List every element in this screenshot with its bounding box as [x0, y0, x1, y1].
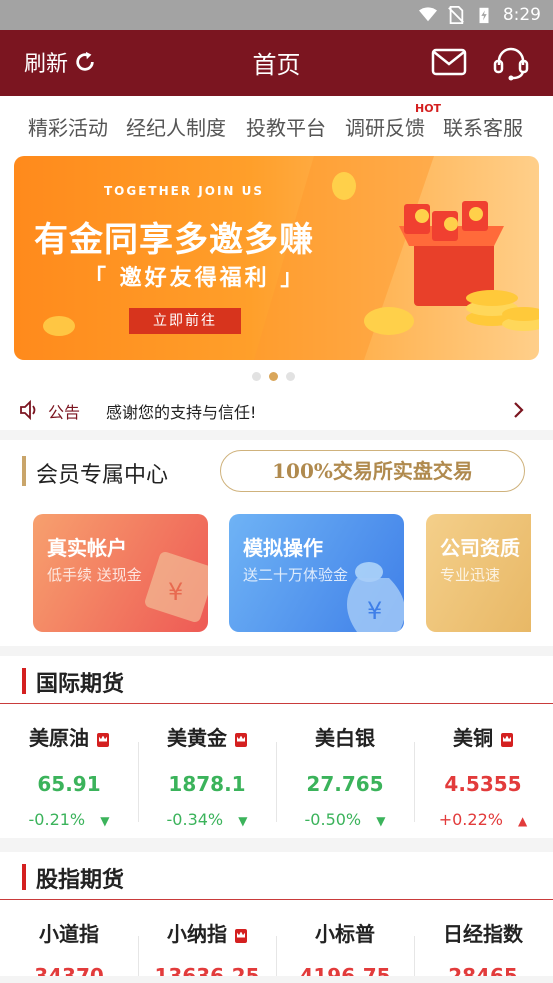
- quote-item[interactable]: 小纳指 13636.25: [138, 900, 276, 983]
- quote-item[interactable]: 小标普 4196.75: [276, 900, 414, 983]
- card-real-account[interactable]: ¥ 真实帐户 低手续 送现金: [33, 514, 208, 632]
- member-center: 会员专属中心 100%交易所实盘交易 ¥ 真实帐户 低手续 送现金 ¥ 模拟操作…: [0, 440, 553, 646]
- page-title: 首页: [252, 51, 301, 79]
- card-company-credentials[interactable]: 公司资质 专业迅速: [426, 514, 531, 632]
- hot-crown-icon: [235, 928, 247, 943]
- quote-price: 1878.1: [168, 772, 246, 796]
- quote-price: 27.765: [306, 772, 384, 796]
- exchange-promo-pill[interactable]: 100%交易所实盘交易: [220, 450, 525, 492]
- svg-text:¥: ¥: [367, 597, 382, 625]
- member-center-title: 会员专属中心: [36, 463, 169, 488]
- quote-change: -0.34%: [166, 810, 224, 829]
- quote-change: +0.22%: [438, 810, 503, 829]
- status-time: 8:29: [502, 5, 541, 25]
- quote-item[interactable]: 小道指 34370: [0, 900, 138, 983]
- tab-broker-system[interactable]: 经纪人制度: [126, 112, 226, 141]
- arrow-down-icon: ▼: [100, 814, 110, 828]
- speaker-icon: [20, 399, 36, 421]
- quote-item[interactable]: 美原油 65.91 -0.21% ▼: [0, 704, 138, 834]
- hot-badge: HOT: [415, 102, 442, 115]
- quick-tabs: 精彩活动 经纪人制度 投教平台 调研反馈 HOT 联系客服: [0, 96, 553, 154]
- notice-label: 公告: [48, 403, 81, 422]
- section-marker: [22, 668, 26, 694]
- hot-crown-icon: [97, 732, 109, 747]
- index-futures-section: 股指期货 小道指 34370 小纳指 13636.25 小标普 4196.75 …: [0, 852, 553, 983]
- battery-charging-icon: [479, 7, 489, 24]
- quote-name: 小纳指: [167, 922, 227, 946]
- hot-crown-icon: [501, 732, 513, 747]
- section-title: 国际期货: [36, 672, 125, 697]
- no-sim-icon: [447, 6, 464, 24]
- quote-change: -0.21%: [28, 810, 86, 829]
- quote-name: 美原油: [29, 726, 89, 750]
- quote-item[interactable]: 美黄金 1878.1 -0.34% ▼: [138, 704, 276, 834]
- banner-subtitle: TOGETHER JOIN US: [104, 184, 265, 198]
- banner-go-button[interactable]: 立即前往: [129, 308, 241, 334]
- carousel-dot-active[interactable]: [269, 372, 278, 381]
- quote-name: 美黄金: [167, 726, 227, 750]
- card-title: 模拟操作: [243, 536, 323, 560]
- carousel-dot[interactable]: [286, 372, 295, 381]
- notice-message: 感谢您的支持与信任!: [106, 403, 257, 422]
- notice-bar[interactable]: 公告 感谢您的支持与信任!: [0, 390, 553, 430]
- quote-item[interactable]: 美白银 27.765 -0.50% ▼: [276, 704, 414, 834]
- quote-name: 美铜: [453, 726, 493, 750]
- carousel-dots: [252, 372, 295, 381]
- section-header: 国际期货: [0, 656, 553, 704]
- arrow-down-icon: ▼: [238, 814, 248, 828]
- status-bar: 8:29: [0, 0, 553, 30]
- carousel-dot[interactable]: [252, 372, 261, 381]
- quote-price: 65.91: [37, 772, 101, 796]
- quote-change: -0.50%: [304, 810, 362, 829]
- quote-name: 小道指: [39, 922, 99, 946]
- card-demo-trading[interactable]: ¥ 模拟操作 送二十万体验金: [229, 514, 404, 632]
- chevron-right-icon[interactable]: [513, 401, 525, 419]
- tab-education[interactable]: 投教平台: [246, 112, 326, 141]
- section-marker: [22, 456, 26, 486]
- customer-service-icon[interactable]: [491, 43, 531, 83]
- intl-futures-section: 国际期货 美原油 65.91 -0.21% ▼ 美黄金 1878.1 -0.34…: [0, 656, 553, 838]
- card-subtitle: 专业迅速: [440, 566, 501, 584]
- mail-icon[interactable]: [431, 47, 467, 77]
- banner-carousel: TOGETHER JOIN US 有金同享多邀多赚 「 邀好友得福利 」 立即前…: [0, 154, 553, 390]
- card-title: 公司资质: [440, 536, 520, 560]
- card-subtitle: 送二十万体验金: [243, 566, 349, 584]
- top-navbar: 刷新 首页: [0, 30, 553, 96]
- quote-name: 小标普: [315, 922, 375, 946]
- section-header: 股指期货: [0, 852, 553, 900]
- tab-customer-service[interactable]: 联系客服: [443, 112, 523, 141]
- arrow-down-icon: ▼: [376, 814, 386, 828]
- card-title: 真实帐户: [47, 536, 127, 560]
- quote-name: 日经指数: [443, 922, 523, 946]
- quote-item[interactable]: 美铜 4.5355 +0.22% ▲: [414, 704, 552, 834]
- section-title: 股指期货: [36, 868, 125, 893]
- quote-item[interactable]: 日经指数 28465: [414, 900, 552, 983]
- quote-price: 4.5355: [444, 772, 522, 796]
- section-marker: [22, 864, 26, 890]
- card-subtitle: 低手续 送现金: [47, 566, 142, 584]
- arrow-up-icon: ▲: [518, 814, 528, 828]
- quote-name: 美白银: [315, 726, 375, 750]
- tab-feedback[interactable]: 调研反馈: [345, 112, 425, 141]
- banner-headline: 有金同享多邀多赚: [34, 220, 314, 260]
- banner-slide[interactable]: TOGETHER JOIN US 有金同享多邀多赚 「 邀好友得福利 」 立即前…: [14, 156, 539, 360]
- tab-activities[interactable]: 精彩活动: [28, 112, 108, 141]
- wifi-icon: [418, 7, 437, 22]
- svg-text:¥: ¥: [168, 578, 183, 606]
- banner-slogan: 「 邀好友得福利 」: [84, 266, 306, 291]
- bottom-edge: [0, 976, 553, 983]
- hot-crown-icon: [235, 732, 247, 747]
